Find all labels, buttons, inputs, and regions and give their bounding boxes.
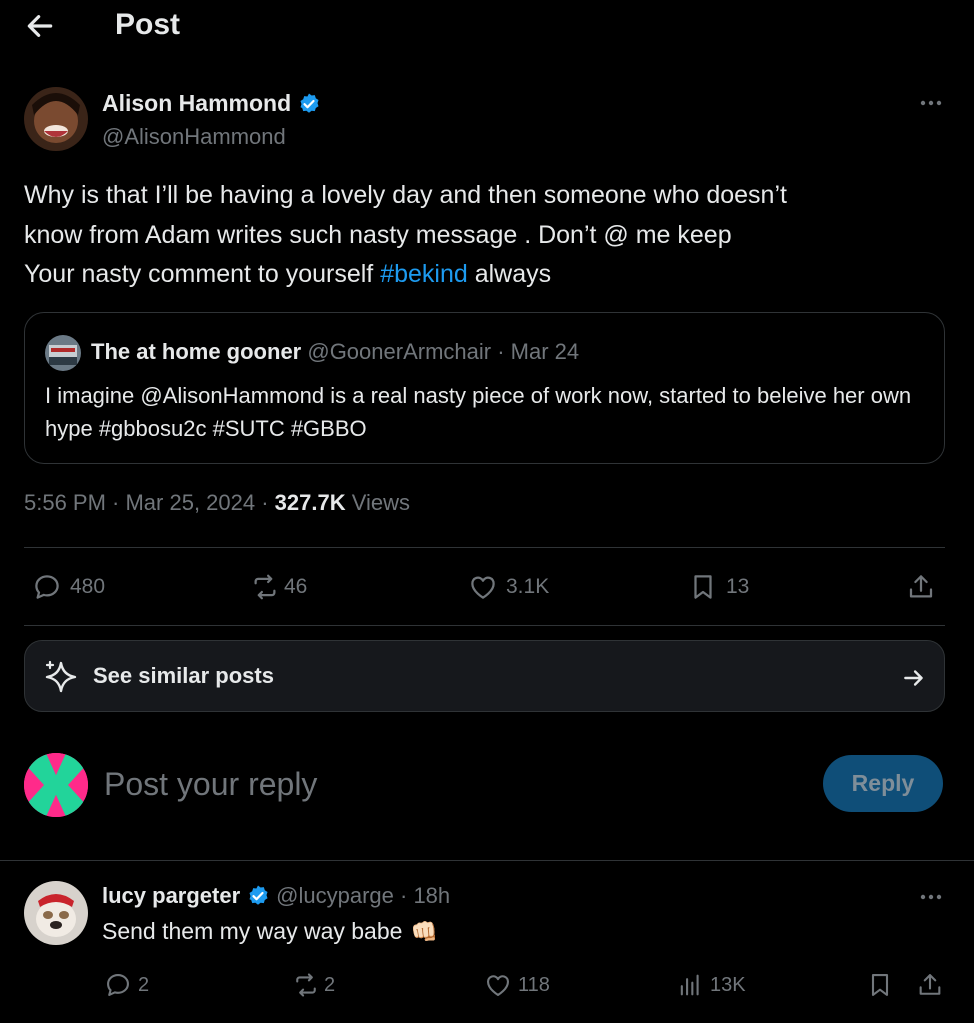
reply-header: lucy pargeter @lucyparge · 18h xyxy=(102,883,450,909)
post-text: Why is that I’ll be having a lovely day … xyxy=(24,176,924,295)
repost-count: 46 xyxy=(284,575,308,598)
reply-action[interactable]: 480 xyxy=(32,572,105,602)
fist-emoji: 👊🏻 xyxy=(410,918,438,944)
repost-icon xyxy=(254,574,276,600)
see-similar-posts-button[interactable]: See similar posts xyxy=(24,640,945,712)
sparkle-icon xyxy=(41,657,81,697)
hashtag-link[interactable]: #bekind xyxy=(380,260,468,288)
avatar-image xyxy=(45,335,81,371)
like-icon xyxy=(487,975,509,996)
reply-text-content: Send them my way way babe xyxy=(102,918,403,944)
user-avatar[interactable] xyxy=(24,753,88,817)
post-timestamp[interactable]: 5:56 PM · Mar 25, 2024 · xyxy=(24,490,275,515)
views-count: 327.7K xyxy=(274,490,346,515)
reply-reply-count: 2 xyxy=(138,973,150,996)
share-icon xyxy=(919,974,941,995)
post-meta: 5:56 PM · Mar 25, 2024 · 327.7K Views xyxy=(24,490,410,516)
share-button[interactable] xyxy=(906,572,936,602)
views-icon xyxy=(680,974,699,996)
more-icon xyxy=(920,100,942,106)
avatar-image xyxy=(24,753,88,817)
back-arrow-icon xyxy=(27,15,53,37)
divider xyxy=(0,860,974,861)
author-avatar[interactable] xyxy=(24,87,88,151)
quoted-text: I imagine @AlisonHammond is a real nasty… xyxy=(45,383,912,441)
bookmark-action[interactable]: 13 xyxy=(688,572,749,602)
reply-icon xyxy=(107,974,129,996)
post-text-line: Why is that I’ll be having a lovely day … xyxy=(24,181,787,209)
reply-repost-action[interactable]: 2 xyxy=(292,971,335,999)
bookmark-icon xyxy=(871,974,889,996)
quoted-author-name: The at home gooner xyxy=(91,339,302,364)
like-icon xyxy=(471,576,495,599)
like-count: 3.1K xyxy=(506,575,550,598)
page-title: Post xyxy=(115,8,181,41)
reply-repost-count: 2 xyxy=(324,973,336,996)
reply-text: Send them my way way babe 👊🏻 xyxy=(102,918,438,945)
reply-like-action[interactable]: 118 xyxy=(484,971,550,999)
reply-author-meta[interactable]: @lucyparge · 18h xyxy=(276,883,450,909)
reply-count: 480 xyxy=(70,575,106,598)
reply-bookmark-button[interactable] xyxy=(866,971,894,999)
verified-badge-icon[interactable] xyxy=(297,92,321,116)
repost-icon xyxy=(296,973,316,997)
reply-button[interactable]: Reply xyxy=(823,755,943,812)
views-label: Views xyxy=(345,490,411,515)
quoted-header: The at home gooner @GoonerArmchair · Mar… xyxy=(91,339,579,365)
reply-views-count: 13K xyxy=(710,973,746,996)
reply-author-name[interactable]: lucy pargeter xyxy=(102,883,240,909)
reply-author-avatar[interactable] xyxy=(24,881,88,945)
quoted-author-meta: @GoonerArmchair · Mar 24 xyxy=(301,339,580,364)
repost-action[interactable]: 46 xyxy=(250,572,307,602)
divider xyxy=(24,547,945,548)
back-button[interactable] xyxy=(24,10,56,42)
post-text-segment: Your nasty comment to yourself xyxy=(24,260,381,288)
bookmark-count: 13 xyxy=(726,575,750,598)
author-name[interactable]: Alison Hammond xyxy=(102,90,291,117)
see-similar-posts-label: See similar posts xyxy=(93,663,274,688)
reply-more-button[interactable] xyxy=(917,883,945,911)
reply-share-button[interactable] xyxy=(916,971,944,999)
quoted-author-avatar xyxy=(45,335,81,371)
avatar-image xyxy=(24,87,88,151)
reply-like-count: 118 xyxy=(518,973,550,996)
author-name-row[interactable]: Alison Hammond xyxy=(102,90,321,117)
divider xyxy=(24,625,945,626)
avatar-image xyxy=(24,881,88,945)
post-text-line: know from Adam writes such nasty message… xyxy=(24,220,732,249)
arrow-right-icon xyxy=(901,665,927,691)
reply-reply-action[interactable]: 2 xyxy=(104,971,149,999)
author-handle[interactable]: @AlisonHammond xyxy=(102,124,286,150)
verified-badge-icon[interactable] xyxy=(246,884,270,908)
post-more-button[interactable] xyxy=(917,89,945,117)
reply-input[interactable] xyxy=(104,760,794,808)
like-action[interactable]: 3.1K xyxy=(468,572,549,602)
reply-icon xyxy=(35,575,59,599)
post-text-line: Your nasty comment to yourself #bekind a… xyxy=(24,255,924,295)
quoted-post[interactable]: The at home gooner @GoonerArmchair · Mar… xyxy=(24,312,945,464)
post-text-segment: always xyxy=(467,260,552,288)
more-icon xyxy=(920,894,942,900)
reply-views-action[interactable]: 13K xyxy=(676,971,746,999)
share-icon xyxy=(909,575,933,598)
bookmark-icon xyxy=(694,575,712,599)
